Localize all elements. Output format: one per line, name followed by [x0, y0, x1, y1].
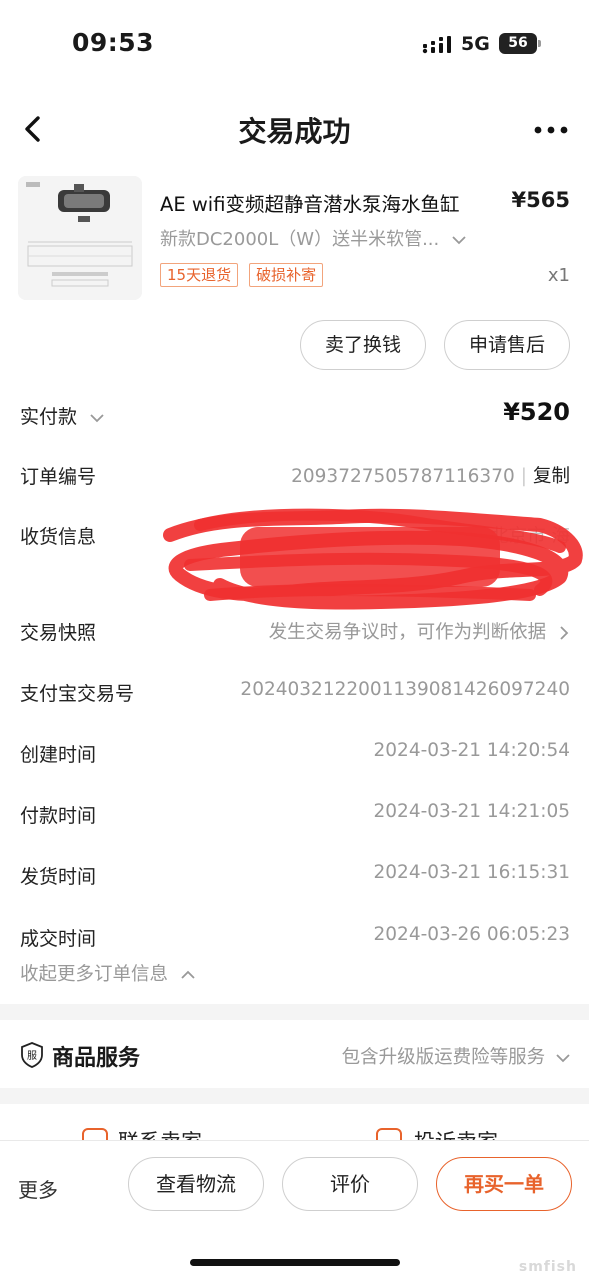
rebuy-button[interactable]: 再买一单 — [436, 1157, 572, 1211]
order-number: 2093727505787116370 — [291, 466, 515, 487]
paid-amount: ¥520 — [503, 398, 570, 426]
after-sale-button[interactable]: 申请售后 — [444, 320, 570, 370]
order-number-label: 订单编号 — [20, 466, 97, 488]
snapshot-row[interactable]: 交易快照 发生交易争议时，可作为判断依据 — [20, 618, 570, 648]
watermark: smfish — [518, 1259, 577, 1275]
shipped-row: 发货时间 2024-03-21 16:15:31 — [20, 862, 570, 892]
product-quantity: x1 — [547, 265, 570, 286]
chevron-up-icon — [181, 970, 195, 979]
product-thumbnail[interactable] — [18, 176, 142, 300]
paid-row[interactable]: 实付款 ¥520 — [20, 398, 570, 432]
product-service-row[interactable]: 服 商品服务 包含升级版运费险等服务 — [0, 1022, 589, 1088]
service-value: 包含升级版运费险等服务 — [341, 1047, 546, 1068]
completed-label: 成交时间 — [20, 928, 97, 950]
sell-button[interactable]: 卖了换钱 — [300, 320, 426, 370]
snapshot-value-group: 发生交易争议时，可作为判断依据 — [269, 618, 570, 644]
more-button[interactable]: 更多 — [18, 1174, 58, 1203]
bottom-action-bar: 更多 查看物流 评价 再买一单 smfish — [0, 1140, 589, 1278]
product-spec-text: 新款DC2000L（W）送半米软管... — [160, 229, 440, 250]
snapshot-label: 交易快照 — [20, 622, 97, 644]
product-title[interactable]: AE wifi变频超静音潜水泵海水鱼缸 — [160, 188, 460, 217]
product-card[interactable]: AE wifi变频超静音潜水泵海水鱼缸 ¥565 新款DC2000L（W）送半米… — [18, 176, 574, 302]
chevron-down-icon — [90, 413, 104, 422]
redaction-scribble — [163, 508, 583, 610]
created-row: 创建时间 2024-03-21 14:20:54 — [20, 740, 570, 770]
service-tags: 15天退货 破损补寄 — [160, 263, 324, 287]
product-price: ¥565 — [511, 188, 570, 212]
section-divider — [0, 1088, 589, 1104]
service-badge-icon: 服 — [21, 1042, 43, 1068]
created-label: 创建时间 — [20, 744, 97, 766]
more-options-icon[interactable] — [532, 116, 570, 144]
shipped-time: 2024-03-21 16:15:31 — [373, 862, 570, 883]
paid-time-label: 付款时间 — [20, 805, 97, 827]
alipay-number: 2024032122001139081426097240 — [240, 679, 570, 700]
view-logistics-button[interactable]: 查看物流 — [128, 1157, 264, 1211]
paid-time-row: 付款时间 2024-03-21 14:21:05 — [20, 801, 570, 831]
created-time: 2024-03-21 14:20:54 — [373, 740, 570, 761]
network-label: 5G — [461, 33, 490, 55]
service-value-group: 包含升级版运费险等服务 — [342, 1043, 571, 1069]
battery-indicator: 56 — [499, 33, 537, 54]
separator: | — [520, 466, 527, 487]
shipped-label: 发货时间 — [20, 866, 97, 888]
alipay-row: 支付宝交易号 2024032122001139081426097240 — [20, 679, 570, 709]
top-nav: 交易成功 — [0, 100, 589, 160]
order-number-row: 订单编号 2093727505787116370 | 复制 — [20, 462, 570, 492]
review-button[interactable]: 评价 — [282, 1157, 418, 1211]
status-bar: 09:53 5G 56 — [0, 0, 589, 90]
completed-row: 成交时间 2024-03-26 06:05:23 — [20, 924, 570, 954]
tag-damage: 破损补寄 — [249, 263, 324, 287]
shipping-label: 收货信息 — [20, 526, 97, 548]
snapshot-hint: 发生交易争议时，可作为判断依据 — [268, 622, 547, 643]
tag-return: 15天退货 — [160, 263, 239, 287]
section-divider — [0, 1004, 589, 1020]
completed-time: 2024-03-26 06:05:23 — [373, 924, 570, 945]
paid-label: 实付款 — [20, 402, 105, 429]
copy-button[interactable]: 复制 — [533, 466, 570, 487]
page-title: 交易成功 — [238, 115, 351, 148]
signal-icon — [422, 36, 451, 54]
home-indicator[interactable] — [190, 1259, 400, 1266]
chevron-right-icon — [560, 626, 569, 640]
paid-time: 2024-03-21 14:21:05 — [373, 801, 570, 822]
chevron-down-icon — [452, 236, 466, 245]
chevron-down-icon — [556, 1054, 570, 1063]
order-number-value-group: 2093727505787116370 | 复制 — [291, 462, 570, 488]
alipay-label: 支付宝交易号 — [20, 683, 135, 705]
pump-image-icon — [18, 176, 142, 300]
collapse-info-link[interactable]: 收起更多订单信息 — [20, 960, 570, 988]
service-badge-text: 服 — [27, 1050, 37, 1062]
status-time: 09:53 — [72, 28, 155, 57]
collapse-label: 收起更多订单信息 — [20, 964, 169, 985]
service-title: 商品服务 — [52, 1046, 141, 1071]
product-spec[interactable]: 新款DC2000L（W）送半米软管... — [160, 225, 467, 251]
paid-label-text: 实付款 — [20, 406, 78, 428]
battery-cap — [538, 40, 541, 47]
